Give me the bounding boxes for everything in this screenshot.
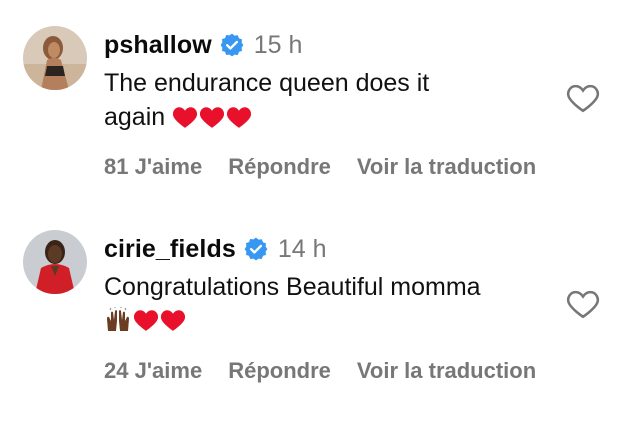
emoji-group	[104, 307, 186, 333]
comment-actions: 24 J'aime Répondre Voir la traduction	[104, 358, 536, 384]
verified-badge-icon	[219, 32, 245, 58]
reply-button[interactable]: Répondre	[228, 154, 331, 180]
comment-text: The endurance queen does it again	[104, 66, 524, 134]
red-heart-icon	[173, 107, 198, 128]
raising-hands-icon	[107, 307, 129, 331]
comment-header: pshallow 15 h	[104, 28, 302, 62]
likes-count[interactable]: 24 J'aime	[104, 358, 202, 384]
comment-text: Congratulations Beautiful momma	[104, 270, 524, 338]
timestamp[interactable]: 15 h	[254, 31, 303, 60]
see-translation-button[interactable]: Voir la traduction	[357, 358, 536, 384]
comment-text-line: The endurance queen does it	[104, 69, 430, 97]
comment-actions: 81 J'aime Répondre Voir la traduction	[104, 154, 536, 180]
avatar[interactable]	[23, 230, 87, 294]
like-heart-icon[interactable]	[566, 288, 600, 320]
see-translation-button[interactable]: Voir la traduction	[357, 154, 536, 180]
timestamp[interactable]: 14 h	[278, 235, 327, 264]
likes-count[interactable]: 81 J'aime	[104, 154, 202, 180]
red-heart-icon	[133, 310, 159, 331]
comment-text-line: Congratulations Beautiful momma	[104, 273, 481, 301]
verified-badge-icon	[243, 236, 269, 262]
red-heart-icon	[160, 310, 186, 331]
comment-text-line: again	[104, 103, 166, 131]
reply-button[interactable]: Répondre	[228, 358, 331, 384]
emoji-group	[172, 105, 252, 129]
avatar[interactable]	[23, 26, 87, 90]
like-heart-icon[interactable]	[566, 82, 600, 114]
red-heart-icon	[200, 107, 225, 128]
username[interactable]: pshallow	[104, 31, 212, 60]
red-heart-icon	[227, 107, 252, 128]
comment-header: cirie_fields 14 h	[104, 232, 327, 266]
username[interactable]: cirie_fields	[104, 235, 236, 264]
